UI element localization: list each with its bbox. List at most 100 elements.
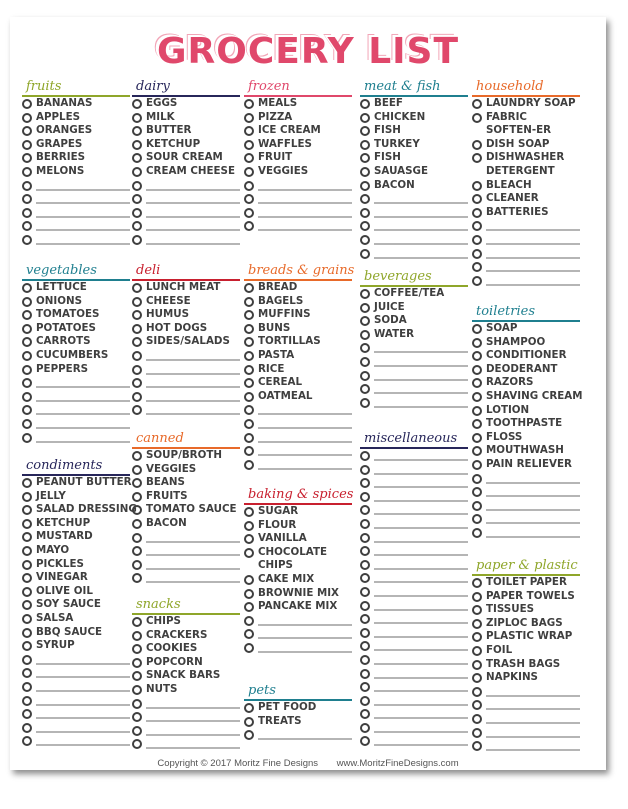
write-in-line[interactable]: [486, 499, 580, 511]
write-in-line[interactable]: [374, 707, 468, 720]
write-in-line[interactable]: [486, 233, 580, 245]
blank-list-item[interactable]: [132, 710, 240, 724]
blank-list-item[interactable]: [360, 369, 468, 383]
write-in-line[interactable]: [258, 728, 352, 741]
checkbox-circle-icon[interactable]: [472, 632, 482, 643]
blank-list-item[interactable]: [132, 544, 240, 558]
blank-list-item[interactable]: [22, 680, 130, 694]
write-in-line[interactable]: [146, 363, 240, 375]
list-item[interactable]: SOAP: [472, 322, 580, 336]
write-in-line[interactable]: [146, 724, 240, 736]
checkbox-circle-icon[interactable]: [472, 659, 482, 670]
checkbox-circle-icon[interactable]: [244, 602, 254, 613]
list-item[interactable]: SOUP/BROTH: [132, 449, 240, 463]
checkbox-circle-icon[interactable]: [360, 451, 370, 461]
blank-list-item[interactable]: [244, 403, 352, 417]
list-item[interactable]: PASTA: [244, 349, 352, 363]
checkbox-circle-icon[interactable]: [22, 194, 32, 205]
checkbox-circle-icon[interactable]: [360, 316, 370, 327]
write-in-line[interactable]: [374, 192, 468, 205]
list-item[interactable]: BEEF: [360, 97, 468, 111]
write-in-line[interactable]: [258, 179, 352, 191]
blank-list-item[interactable]: [472, 219, 580, 233]
list-item[interactable]: BREAD: [244, 281, 352, 295]
checkbox-circle-icon[interactable]: [360, 329, 370, 340]
write-in-line[interactable]: [36, 666, 130, 679]
checkbox-circle-icon[interactable]: [244, 730, 254, 741]
checkbox-circle-icon[interactable]: [244, 194, 254, 205]
checkbox-circle-icon[interactable]: [132, 478, 142, 489]
list-item[interactable]: DISHWASHER DETERGENT: [472, 151, 580, 178]
checkbox-circle-icon[interactable]: [132, 464, 142, 475]
write-in-line[interactable]: [36, 206, 130, 218]
list-item[interactable]: TOILET PAPER: [472, 576, 580, 590]
write-in-line[interactable]: [374, 612, 468, 625]
checkbox-circle-icon[interactable]: [22, 545, 32, 556]
checkbox-circle-icon[interactable]: [132, 126, 142, 137]
checkbox-circle-icon[interactable]: [22, 627, 32, 638]
blank-list-item[interactable]: [360, 355, 468, 369]
checkbox-circle-icon[interactable]: [472, 741, 482, 752]
checkbox-circle-icon[interactable]: [22, 221, 32, 232]
list-item[interactable]: ICE CREAM: [244, 124, 352, 138]
checkbox-circle-icon[interactable]: [244, 221, 254, 232]
write-in-line[interactable]: [374, 571, 468, 584]
checkbox-circle-icon[interactable]: [360, 641, 370, 652]
blank-list-item[interactable]: [360, 639, 468, 653]
checkbox-circle-icon[interactable]: [244, 207, 254, 218]
write-in-line[interactable]: [374, 694, 468, 706]
blank-list-item[interactable]: [360, 734, 468, 748]
checkbox-circle-icon[interactable]: [360, 736, 370, 747]
list-item[interactable]: POPCORN: [132, 656, 240, 670]
checkbox-circle-icon[interactable]: [244, 534, 254, 545]
checkbox-circle-icon[interactable]: [132, 207, 142, 218]
checkbox-circle-icon[interactable]: [360, 491, 370, 502]
list-item[interactable]: OLIVE OIL: [22, 585, 130, 599]
write-in-line[interactable]: [146, 219, 240, 232]
blank-list-item[interactable]: [22, 734, 130, 748]
blank-list-item[interactable]: [472, 726, 580, 740]
list-item[interactable]: SAUASGE: [360, 165, 468, 179]
list-item[interactable]: PAPER TOWELS: [472, 590, 580, 604]
checkbox-circle-icon[interactable]: [22, 491, 32, 502]
checkbox-circle-icon[interactable]: [472, 378, 482, 389]
checkbox-circle-icon[interactable]: [22, 432, 32, 443]
list-item[interactable]: DISH SOAP: [472, 138, 580, 152]
list-item[interactable]: VINEGAR: [22, 571, 130, 585]
list-item[interactable]: OATMEAL: [244, 390, 352, 404]
write-in-line[interactable]: [374, 219, 468, 232]
checkbox-circle-icon[interactable]: [244, 139, 254, 150]
checkbox-circle-icon[interactable]: [22, 709, 32, 720]
checkbox-circle-icon[interactable]: [132, 234, 142, 245]
write-in-line[interactable]: [374, 734, 468, 747]
checkbox-circle-icon[interactable]: [22, 613, 32, 624]
write-in-line[interactable]: [486, 512, 580, 525]
write-in-line[interactable]: [146, 544, 240, 557]
list-item[interactable]: PANCAKE MIX: [244, 600, 352, 614]
checkbox-circle-icon[interactable]: [132, 99, 142, 109]
checkbox-circle-icon[interactable]: [132, 166, 142, 177]
checkbox-circle-icon[interactable]: [472, 337, 482, 348]
checkbox-circle-icon[interactable]: [360, 289, 370, 299]
write-in-line[interactable]: [36, 376, 130, 389]
checkbox-circle-icon[interactable]: [132, 617, 142, 627]
list-item[interactable]: CUCUMBERS: [22, 349, 130, 363]
checkbox-circle-icon[interactable]: [244, 153, 254, 164]
list-item[interactable]: TREATS: [244, 715, 352, 729]
checkbox-circle-icon[interactable]: [472, 112, 482, 123]
write-in-line[interactable]: [146, 192, 240, 205]
blank-list-item[interactable]: [360, 680, 468, 694]
list-item[interactable]: PAIN RELIEVER: [472, 458, 580, 472]
blank-list-item[interactable]: [360, 558, 468, 572]
checkbox-circle-icon[interactable]: [132, 644, 142, 655]
checkbox-circle-icon[interactable]: [360, 384, 370, 395]
checkbox-circle-icon[interactable]: [22, 586, 32, 597]
checkbox-circle-icon[interactable]: [132, 194, 142, 205]
checkbox-circle-icon[interactable]: [22, 654, 32, 665]
checkbox-circle-icon[interactable]: [22, 681, 32, 692]
write-in-line[interactable]: [374, 517, 468, 529]
list-item[interactable]: TURKEY: [360, 138, 468, 152]
blank-list-item[interactable]: [472, 526, 580, 540]
list-item[interactable]: NAPKINS: [472, 671, 580, 685]
write-in-line[interactable]: [374, 247, 468, 259]
